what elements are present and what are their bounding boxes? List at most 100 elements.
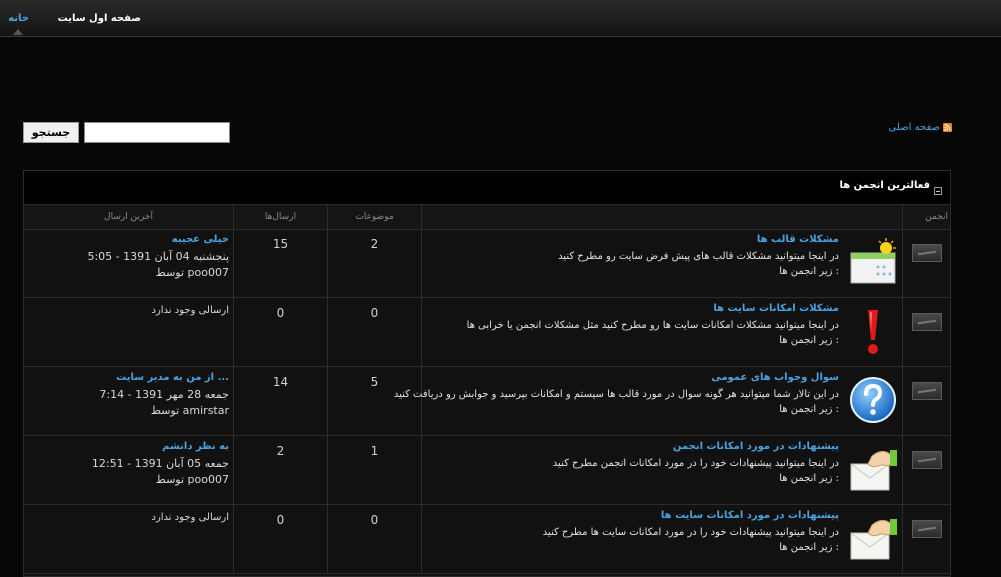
forum-topics-count: 0 (370, 306, 379, 320)
forum-subforums-label: زیر انجمن ها : (779, 266, 839, 277)
forum-topics-cell: 1 (327, 436, 421, 504)
forum-posts-count: 15 (272, 237, 289, 251)
forum-last-post-cell: به نظر دانشم جمعه 05 آبان 1391 - 12:51 ت… (24, 436, 233, 504)
column-header-last-post: آخرین ارسال (104, 212, 153, 222)
forum-posts-count: 14 (272, 375, 289, 389)
forum-topics-cell: 0 (327, 505, 421, 573)
forum-last-post-cell: خیلی عجیبه پنجشنبه 04 آبان 1391 - 5:05 ت… (24, 229, 233, 297)
search-button[interactable]: جستجو (23, 122, 79, 143)
last-post-user-link[interactable]: poo007 (188, 473, 229, 486)
forum-topics-count: 5 (370, 375, 379, 389)
forum-description: در این تالار شما میتوانید هر گونه سوال د… (393, 389, 839, 400)
calendar-sun-icon (850, 238, 896, 284)
forum-subforums-label: زیر انجمن ها : (779, 473, 839, 484)
forum-status-icon (912, 313, 942, 331)
last-post-date: جمعه 05 آبان 1391 - 12:51 (91, 457, 229, 470)
forum-posts-count: 2 (276, 444, 285, 458)
forum-status-cell (902, 367, 950, 435)
forum-row: مشکلات قالب ها در اینجا میتوانید مشکلات … (24, 229, 950, 298)
forum-status-icon (912, 382, 942, 400)
forum-posts-cell: 2 (233, 436, 327, 504)
forum-last-post-cell: ارسالی وجود ندارد (24, 298, 233, 366)
forum-description: در اینجا میتوانید پیشنهادات خود را در مو… (552, 458, 839, 469)
nav-first-page-link[interactable]: صفحه اول سایت (58, 13, 141, 24)
envelope-hand-icon (850, 450, 897, 491)
forum-posts-count: 0 (276, 513, 285, 527)
top-navigation-bar: خانه صفحه اول سایت (0, 0, 1001, 37)
last-post-by-label: توسط (155, 266, 185, 279)
last-post-author: توسط poo007 (156, 266, 229, 279)
column-header-posts: ارسال‌ها (233, 205, 327, 229)
exclamation-icon (868, 310, 878, 354)
home-page-link-label: صفحه اصلی (888, 122, 940, 133)
rss-icon (943, 123, 952, 132)
forum-image-cell (844, 436, 902, 504)
active-tab-marker (13, 29, 23, 35)
last-post-date: جمعه 28 مهر 1391 - 7:14 (99, 388, 229, 401)
forum-column-headers: آخرین ارسال ارسال‌ها موضوعات انجمن (24, 205, 950, 230)
home-page-link[interactable]: صفحه اصلی (889, 122, 952, 133)
forum-info-cell: پیشنهادات در مورد امکانات سایت ها در این… (421, 505, 844, 573)
forum-posts-cell: 0 (233, 505, 327, 573)
envelope-hand-icon (850, 519, 897, 560)
forum-info-cell: پیشنهادات در مورد امکانات انجمن در اینجا… (421, 436, 844, 504)
last-post-title-link[interactable]: به نظر دانشم (162, 441, 229, 452)
forum-status-cell (902, 229, 950, 297)
column-header-forum: انجمن (902, 205, 950, 229)
last-post-by-label: توسط (150, 404, 180, 417)
last-post-date: پنجشنبه 04 آبان 1391 - 5:05 (87, 250, 229, 263)
forum-row: مشکلات امکانات سایت ها در اینجا میتوانید… (24, 298, 950, 367)
search-input[interactable] (84, 122, 230, 143)
forum-title-link[interactable]: پیشنهادات در مورد امکانات سایت ها (661, 510, 839, 521)
forum-status-cell (902, 298, 950, 366)
last-post-title-link[interactable]: از من به مدیر سایت ... (116, 372, 229, 383)
forum-topics-cell: 0 (327, 298, 421, 366)
forum-posts-cell: 14 (233, 367, 327, 435)
last-post-author: توسط poo007 (156, 473, 229, 486)
last-post-title-link[interactable]: خیلی عجیبه (172, 234, 229, 245)
forum-row: پیشنهادات در مورد امکانات انجمن در اینجا… (24, 436, 950, 505)
no-post-text: ارسالی وجود ندارد (151, 305, 230, 316)
forum-topics-cell: 5 (327, 367, 421, 435)
column-header-spacer (421, 205, 902, 229)
no-post-text: ارسالی وجود ندارد (151, 512, 230, 523)
forum-box-title: فعالترین انجمن ها (839, 180, 930, 191)
forum-topics-count: 0 (370, 513, 379, 527)
forum-status-cell (902, 436, 950, 504)
forum-image-cell (844, 229, 902, 297)
forum-row: پیشنهادات در مورد امکانات سایت ها در این… (24, 505, 950, 574)
last-post-user-link[interactable]: amirstar (183, 404, 229, 417)
forum-posts-cell: 15 (233, 229, 327, 297)
active-forums-box: فعالترین انجمن ها آخرین ارسال ارسال‌ها م… (23, 170, 951, 577)
forum-description: در اینجا میتوانید پیشنهادات خود را در مو… (542, 527, 839, 538)
forum-title-link[interactable]: مشکلات امکانات سایت ها (713, 303, 839, 314)
forum-subforums-label: زیر انجمن ها : (779, 542, 839, 553)
forum-info-cell: مشکلات قالب ها در اینجا میتوانید مشکلات … (421, 229, 844, 297)
forum-subforums-label: زیر انجمن ها : (779, 335, 839, 346)
forum-image-cell (844, 298, 902, 366)
forum-posts-count: 0 (276, 306, 285, 320)
forum-topics-count: 1 (370, 444, 379, 458)
forum-subforums-label: زیر انجمن ها : (779, 404, 839, 415)
forum-info-cell: سوال وجواب های عمومی در این تالار شما می… (394, 367, 844, 435)
last-post-author: توسط amirstar (151, 404, 229, 417)
column-header-topics: موضوعات (327, 205, 421, 229)
forum-info-cell: مشکلات امکانات سایت ها در اینجا میتوانید… (421, 298, 844, 366)
forum-box-header: فعالترین انجمن ها (24, 171, 950, 205)
forum-description: در اینجا میتوانید مشکلات امکانات سایت ها… (466, 320, 839, 331)
forum-topics-count: 2 (370, 237, 379, 251)
forum-topics-cell: 2 (327, 229, 421, 297)
forum-status-icon (912, 451, 942, 469)
forum-image-cell (844, 367, 902, 435)
forum-title-link[interactable]: مشکلات قالب ها (757, 234, 839, 245)
forum-last-post-cell: ارسالی وجود ندارد (24, 505, 233, 573)
nav-home-link[interactable]: خانه (8, 13, 29, 24)
forum-title-link[interactable]: پیشنهادات در مورد امکانات انجمن (673, 441, 839, 452)
forum-status-icon (912, 244, 942, 262)
collapse-icon[interactable] (934, 187, 942, 195)
forum-posts-cell: 0 (233, 298, 327, 366)
last-post-user-link[interactable]: poo007 (188, 266, 229, 279)
question-icon (850, 377, 896, 423)
forum-title-link[interactable]: سوال وجواب های عمومی (711, 372, 839, 383)
forum-status-cell (902, 505, 950, 573)
